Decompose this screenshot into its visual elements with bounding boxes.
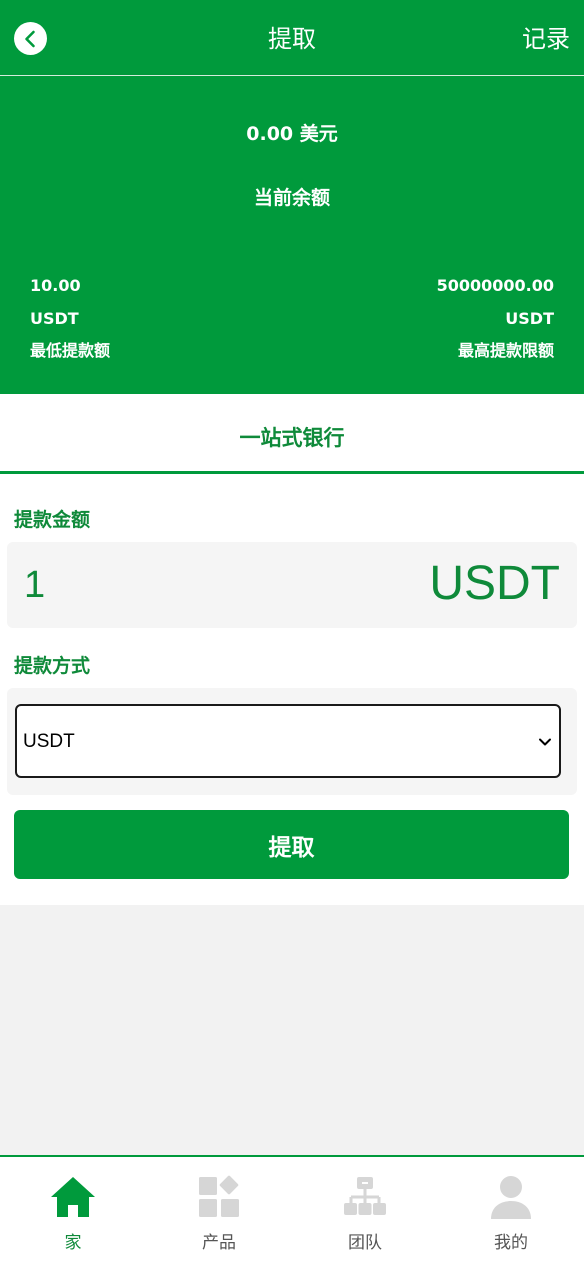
nav-item-products[interactable]: 产品 — [146, 1157, 292, 1267]
page-title: 提取 — [268, 25, 316, 53]
nav-item-home[interactable]: 家 — [0, 1157, 146, 1267]
method-label: 提款方式 — [14, 655, 91, 677]
method-select[interactable]: USDT — [15, 704, 561, 778]
withdraw-form: 一站式银行 提款金额 1 USDT 提款方式 USDT 提取 — [0, 394, 584, 905]
min-withdrawal: 10.00 USDT 最低提款额 — [30, 270, 110, 368]
min-withdrawal-value: 10.00 — [30, 276, 81, 295]
home-icon — [51, 1177, 95, 1217]
balance-amount: 0.00 美元 — [246, 123, 338, 145]
method-container: USDT — [7, 688, 577, 795]
tab-label: 一站式银行 — [239, 426, 345, 450]
tab-one-stop-bank[interactable]: 一站式银行 — [0, 394, 584, 474]
min-withdrawal-label: 最低提款额 — [30, 341, 111, 360]
min-withdrawal-unit: USDT — [30, 308, 79, 328]
nav-label-home: 家 — [64, 1233, 82, 1253]
amount-value: 1 — [24, 564, 46, 606]
balance-card: 0.00 美元 当前余额 10.00 USDT 最低提款额 50000000.0… — [0, 76, 584, 394]
balance-label: 当前余额 — [253, 187, 330, 209]
max-withdrawal-value: 50000000.00 — [436, 276, 554, 295]
max-withdrawal-unit: USDT — [505, 308, 554, 328]
max-withdrawal-label: 最高提款限额 — [457, 341, 554, 360]
max-withdrawal: 50000000.00 USDT 最高提款限额 — [437, 270, 554, 368]
amount-unit: USDT — [429, 557, 560, 610]
amount-input[interactable]: 1 USDT — [7, 542, 577, 628]
method-selected-value: USDT — [23, 731, 75, 752]
amount-label: 提款金额 — [14, 509, 91, 531]
chevron-down-icon — [539, 738, 551, 746]
nav-item-mine[interactable]: 我的 — [438, 1157, 584, 1267]
bottom-nav: 家 产品 团队 我的 — [0, 1155, 584, 1267]
nav-label-products: 产品 — [202, 1233, 236, 1253]
records-link[interactable]: 记录 — [522, 22, 570, 56]
user-icon — [491, 1176, 531, 1219]
nav-label-mine: 我的 — [494, 1233, 528, 1253]
products-icon — [199, 1175, 239, 1217]
top-bar: 提取 记录 — [0, 0, 584, 76]
nav-label-team: 团队 — [348, 1233, 382, 1253]
nav-item-team[interactable]: 团队 — [292, 1157, 438, 1267]
team-icon — [344, 1177, 386, 1215]
withdraw-button[interactable]: 提取 — [14, 810, 569, 879]
